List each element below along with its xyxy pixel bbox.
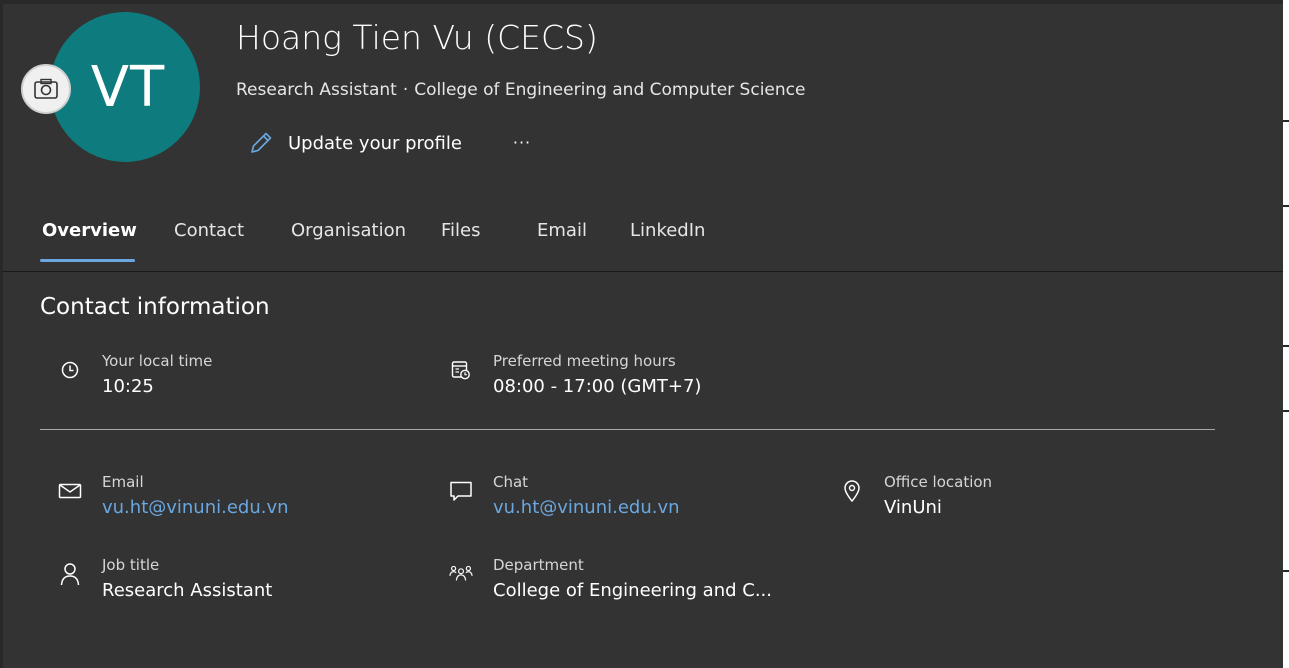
tab-files[interactable]: Files	[441, 216, 481, 264]
email-link[interactable]: vu.ht@vinuni.edu.vn	[102, 497, 289, 518]
chat-icon	[449, 479, 473, 503]
change-photo-button[interactable]	[21, 64, 71, 114]
profile-job-title: Research Assistant	[236, 80, 397, 100]
tab-email[interactable]: Email	[537, 216, 587, 264]
update-profile-label: Update your profile	[288, 132, 462, 154]
camera-icon	[34, 78, 58, 99]
chat-link[interactable]: vu.ht@vinuni.edu.vn	[493, 497, 680, 518]
active-tab-indicator	[40, 259, 135, 262]
tab-bar: Overview Contact Organisation Files Emai…	[3, 216, 1283, 268]
tab-organisation[interactable]: Organisation	[291, 216, 406, 264]
email-label: Email	[102, 473, 144, 491]
tab-contact[interactable]: Contact	[174, 216, 244, 264]
window-edge	[1283, 0, 1289, 668]
avatar[interactable]: VT	[50, 12, 200, 162]
tab-linkedin[interactable]: LinkedIn	[630, 216, 705, 264]
office-value: VinUni	[884, 497, 942, 518]
more-icon: ···	[512, 132, 532, 152]
tabs-divider	[3, 271, 1283, 272]
department-label: Department	[493, 556, 584, 574]
section-title: Contact information	[40, 294, 270, 320]
meeting-hours-label: Preferred meeting hours	[493, 352, 676, 370]
profile-subtitle: Research Assistant · College of Engineerin…	[236, 80, 805, 100]
mail-icon	[58, 479, 82, 503]
chat-label: Chat	[493, 473, 529, 491]
person-icon	[58, 562, 82, 586]
local-time-label: Your local time	[102, 352, 213, 370]
avatar-initials: VT	[90, 54, 166, 120]
profile-department: College of Engineering and Computer Scie…	[414, 80, 806, 100]
profile-name: Hoang Tien Vu (CECS)	[236, 18, 598, 57]
meeting-hours-value: 08:00 - 17:00 (GMT+7)	[493, 376, 702, 397]
subtitle-separator: ·	[402, 80, 409, 100]
job-title-value: Research Assistant	[102, 580, 273, 601]
update-profile-button[interactable]: Update your profile	[248, 128, 462, 158]
pencil-icon	[251, 132, 272, 153]
local-time-value: 10:25	[102, 376, 154, 397]
more-options-button[interactable]: ···	[509, 131, 535, 153]
office-label: Office location	[884, 473, 993, 491]
people-group-icon	[449, 562, 473, 586]
location-pin-icon	[840, 479, 864, 503]
department-value: College of Engineering and C...	[493, 580, 772, 601]
profile-card: VT Hoang Tien Vu (CECS) Research Assista…	[3, 4, 1283, 668]
clock-icon	[58, 358, 82, 382]
tab-overview[interactable]: Overview	[42, 216, 137, 264]
calendar-clock-icon	[449, 358, 473, 382]
job-title-label: Job title	[102, 556, 160, 574]
content-divider	[40, 429, 1215, 430]
